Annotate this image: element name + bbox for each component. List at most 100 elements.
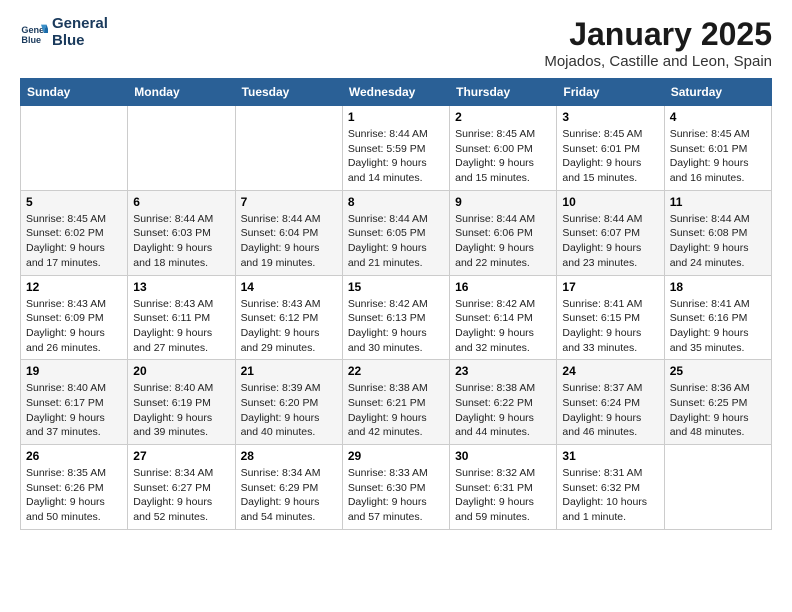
calendar-cell: 15 Sunrise: 8:42 AM Sunset: 6:13 PM Dayli… — [342, 275, 449, 360]
day-number: 7 — [241, 195, 337, 209]
logo-line1: General — [52, 16, 108, 33]
day-number: 31 — [562, 449, 658, 463]
calendar-cell: 27Sunrise: 8:34 AM Sunset: 6:27 PM Dayli… — [128, 445, 235, 530]
day-number: 21 — [241, 364, 337, 378]
header: General Blue General Blue January 2025 M… — [20, 16, 772, 70]
calendar-cell: 28Sunrise: 8:34 AM Sunset: 6:29 PM Dayli… — [235, 445, 342, 530]
calendar-cell: 4 Sunrise: 8:45 AM Sunset: 6:01 PM Daylig… — [664, 106, 771, 191]
day-number: 30 — [455, 449, 551, 463]
calendar-cell: 13 Sunrise: 8:43 AM Sunset: 6:11 PM Dayli… — [128, 275, 235, 360]
calendar-cell: 29 Sunrise: 8:33 AM Sunset: 6:30 PM Dayli… — [342, 445, 449, 530]
day-content: Sunrise: 8:41 AM Sunset: 6:16 PM Dayligh… — [670, 297, 766, 356]
calendar-cell — [235, 106, 342, 191]
day-number: 13 — [133, 280, 229, 294]
calendar-cell — [664, 445, 771, 530]
day-content: Sunrise: 8:35 AM Sunset: 6:26 PM Dayligh… — [26, 466, 122, 525]
page: General Blue General Blue January 2025 M… — [0, 0, 792, 546]
day-content: Sunrise: 8:45 AM Sunset: 6:01 PM Dayligh… — [562, 127, 658, 186]
calendar-cell: 22 Sunrise: 8:38 AM Sunset: 6:21 PM Dayli… — [342, 360, 449, 445]
calendar-cell: 11Sunrise: 8:44 AM Sunset: 6:08 PM Dayli… — [664, 190, 771, 275]
day-number: 28 — [241, 449, 337, 463]
calendar-week-2: 5 Sunrise: 8:45 AM Sunset: 6:02 PM Daylig… — [21, 190, 772, 275]
calendar-cell: 20Sunrise: 8:40 AM Sunset: 6:19 PM Dayli… — [128, 360, 235, 445]
day-number: 20 — [133, 364, 229, 378]
calendar-week-3: 12 Sunrise: 8:43 AM Sunset: 6:09 PM Dayli… — [21, 275, 772, 360]
calendar-cell: 26 Sunrise: 8:35 AM Sunset: 6:26 PM Dayli… — [21, 445, 128, 530]
day-number: 19 — [26, 364, 122, 378]
col-monday: Monday — [128, 79, 235, 106]
day-content: Sunrise: 8:42 AM Sunset: 6:13 PM Dayligh… — [348, 297, 444, 356]
day-content: Sunrise: 8:44 AM Sunset: 6:05 PM Dayligh… — [348, 212, 444, 271]
day-content: Sunrise: 8:43 AM Sunset: 6:09 PM Dayligh… — [26, 297, 122, 356]
day-number: 22 — [348, 364, 444, 378]
calendar-cell: 10 Sunrise: 8:44 AM Sunset: 6:07 PM Dayli… — [557, 190, 664, 275]
calendar-cell: 16 Sunrise: 8:42 AM Sunset: 6:14 PM Dayli… — [450, 275, 557, 360]
col-saturday: Saturday — [664, 79, 771, 106]
day-content: Sunrise: 8:39 AM Sunset: 6:20 PM Dayligh… — [241, 381, 337, 440]
calendar-cell — [21, 106, 128, 191]
col-friday: Friday — [557, 79, 664, 106]
calendar-week-1: 1 Sunrise: 8:44 AM Sunset: 5:59 PM Daylig… — [21, 106, 772, 191]
day-number: 4 — [670, 110, 766, 124]
day-number: 10 — [562, 195, 658, 209]
day-content: Sunrise: 8:45 AM Sunset: 6:01 PM Dayligh… — [670, 127, 766, 186]
day-content: Sunrise: 8:34 AM Sunset: 6:27 PM Dayligh… — [133, 466, 229, 525]
day-number: 29 — [348, 449, 444, 463]
calendar-cell: 2Sunrise: 8:45 AM Sunset: 6:00 PM Daylig… — [450, 106, 557, 191]
day-content: Sunrise: 8:36 AM Sunset: 6:25 PM Dayligh… — [670, 381, 766, 440]
day-number: 24 — [562, 364, 658, 378]
day-number: 18 — [670, 280, 766, 294]
col-wednesday: Wednesday — [342, 79, 449, 106]
calendar-cell — [128, 106, 235, 191]
day-number: 3 — [562, 110, 658, 124]
day-number: 2 — [455, 110, 551, 124]
calendar-cell: 24 Sunrise: 8:37 AM Sunset: 6:24 PM Dayli… — [557, 360, 664, 445]
calendar-cell: 3 Sunrise: 8:45 AM Sunset: 6:01 PM Daylig… — [557, 106, 664, 191]
day-number: 9 — [455, 195, 551, 209]
calendar-cell: 31 Sunrise: 8:31 AM Sunset: 6:32 PM Dayli… — [557, 445, 664, 530]
day-number: 26 — [26, 449, 122, 463]
logo-icon: General Blue — [20, 19, 48, 47]
day-number: 15 — [348, 280, 444, 294]
month-title: January 2025 — [544, 16, 772, 53]
day-content: Sunrise: 8:41 AM Sunset: 6:15 PM Dayligh… — [562, 297, 658, 356]
day-content: Sunrise: 8:43 AM Sunset: 6:11 PM Dayligh… — [133, 297, 229, 356]
calendar-cell: 6Sunrise: 8:44 AM Sunset: 6:03 PM Daylig… — [128, 190, 235, 275]
calendar-cell: 17 Sunrise: 8:41 AM Sunset: 6:15 PM Dayli… — [557, 275, 664, 360]
day-content: Sunrise: 8:43 AM Sunset: 6:12 PM Dayligh… — [241, 297, 337, 356]
calendar-week-5: 26 Sunrise: 8:35 AM Sunset: 6:26 PM Dayli… — [21, 445, 772, 530]
day-number: 12 — [26, 280, 122, 294]
day-number: 23 — [455, 364, 551, 378]
calendar-cell: 18 Sunrise: 8:41 AM Sunset: 6:16 PM Dayli… — [664, 275, 771, 360]
day-content: Sunrise: 8:33 AM Sunset: 6:30 PM Dayligh… — [348, 466, 444, 525]
day-content: Sunrise: 8:38 AM Sunset: 6:22 PM Dayligh… — [455, 381, 551, 440]
day-content: Sunrise: 8:31 AM Sunset: 6:32 PM Dayligh… — [562, 466, 658, 525]
day-number: 5 — [26, 195, 122, 209]
col-thursday: Thursday — [450, 79, 557, 106]
calendar-header-row: Sunday Monday Tuesday Wednesday Thursday… — [21, 79, 772, 106]
day-content: Sunrise: 8:42 AM Sunset: 6:14 PM Dayligh… — [455, 297, 551, 356]
calendar-cell: 23 Sunrise: 8:38 AM Sunset: 6:22 PM Dayli… — [450, 360, 557, 445]
day-content: Sunrise: 8:45 AM Sunset: 6:02 PM Dayligh… — [26, 212, 122, 271]
day-content: Sunrise: 8:38 AM Sunset: 6:21 PM Dayligh… — [348, 381, 444, 440]
svg-text:Blue: Blue — [21, 34, 41, 44]
col-tuesday: Tuesday — [235, 79, 342, 106]
day-number: 6 — [133, 195, 229, 209]
calendar-cell: 12 Sunrise: 8:43 AM Sunset: 6:09 PM Dayli… — [21, 275, 128, 360]
day-content: Sunrise: 8:44 AM Sunset: 5:59 PM Dayligh… — [348, 127, 444, 186]
day-number: 1 — [348, 110, 444, 124]
day-number: 8 — [348, 195, 444, 209]
day-content: Sunrise: 8:37 AM Sunset: 6:24 PM Dayligh… — [562, 381, 658, 440]
calendar-cell: 25 Sunrise: 8:36 AM Sunset: 6:25 PM Dayli… — [664, 360, 771, 445]
day-content: Sunrise: 8:32 AM Sunset: 6:31 PM Dayligh… — [455, 466, 551, 525]
day-number: 17 — [562, 280, 658, 294]
day-content: Sunrise: 8:44 AM Sunset: 6:06 PM Dayligh… — [455, 212, 551, 271]
day-content: Sunrise: 8:44 AM Sunset: 6:08 PM Dayligh… — [670, 212, 766, 271]
day-content: Sunrise: 8:44 AM Sunset: 6:07 PM Dayligh… — [562, 212, 658, 271]
location-title: Mojados, Castille and Leon, Spain — [544, 53, 772, 70]
day-number: 25 — [670, 364, 766, 378]
day-number: 16 — [455, 280, 551, 294]
calendar-cell: 19Sunrise: 8:40 AM Sunset: 6:17 PM Dayli… — [21, 360, 128, 445]
calendar-cell: 1 Sunrise: 8:44 AM Sunset: 5:59 PM Daylig… — [342, 106, 449, 191]
calendar-week-4: 19Sunrise: 8:40 AM Sunset: 6:17 PM Dayli… — [21, 360, 772, 445]
